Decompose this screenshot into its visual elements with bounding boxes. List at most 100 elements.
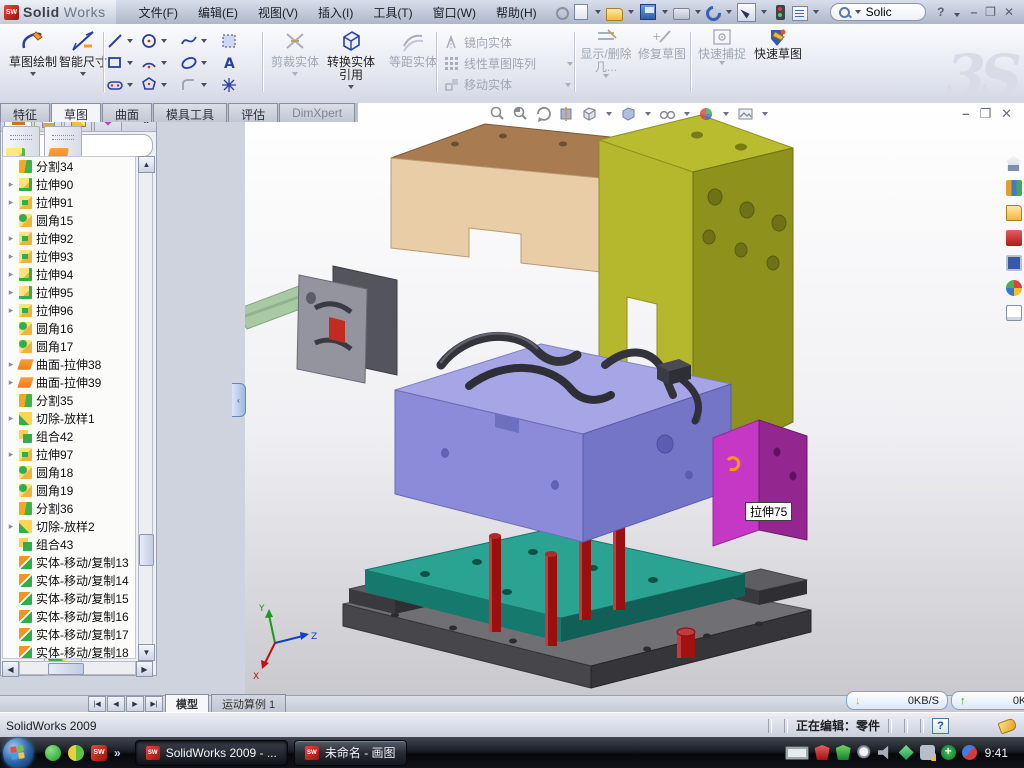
menu-item[interactable]: 插入(I) — [309, 1, 362, 24]
point-tool-icon[interactable] — [220, 76, 238, 94]
expand-arrow-icon[interactable]: ▸ — [7, 251, 15, 262]
expand-arrow-icon[interactable]: ▸ — [7, 179, 15, 190]
menu-item[interactable]: 文件(F) — [130, 1, 187, 24]
menu-item[interactable]: 帮助(H) — [487, 1, 546, 24]
rebuild-icon[interactable] — [776, 5, 785, 20]
tree-item[interactable]: ▸ 圆角18 — [3, 463, 135, 481]
prev-tab-icon[interactable]: ◀ — [107, 696, 125, 712]
task-button[interactable]: SW SolidWorks 2009 - ... — [135, 740, 288, 766]
arc-tool-icon[interactable] — [140, 54, 158, 72]
tree-item[interactable]: ▸ 拉伸91 — [3, 193, 135, 211]
appearances-scenes-icon[interactable] — [1006, 280, 1022, 296]
tray-app-icon[interactable] — [899, 745, 914, 760]
menu-item[interactable]: 窗口(W) — [424, 1, 485, 24]
expand-arrow-icon[interactable]: ▸ — [7, 449, 15, 460]
command-tab[interactable]: 模具工具 — [153, 103, 227, 122]
line-dropdown-icon[interactable] — [127, 39, 133, 43]
hscroll-thumb[interactable] — [48, 663, 84, 675]
new-document-icon[interactable] — [574, 4, 588, 20]
tree-item[interactable]: ▸ 圆角15 — [3, 211, 135, 229]
spline-tool-icon[interactable] — [180, 32, 198, 50]
print-dropdown-icon[interactable] — [695, 10, 701, 14]
selection-box-icon[interactable] — [220, 32, 238, 50]
tree-item[interactable]: ▸ 切除-放样1 — [3, 409, 135, 427]
tree-item[interactable]: ▸ 拉伸94 — [3, 265, 135, 283]
smart-dimension-dropdown-icon[interactable] — [80, 72, 86, 76]
scroll-down-icon[interactable]: ▼ — [138, 644, 155, 661]
last-tab-icon[interactable]: ▶| — [145, 696, 163, 712]
close-button[interactable]: ✕ — [1004, 5, 1014, 19]
design-library-icon[interactable] — [1006, 180, 1022, 196]
tree-item[interactable]: ▸ 实体-移动/复制17 — [3, 625, 135, 643]
polygon-dropdown-icon[interactable] — [161, 83, 167, 87]
text-tool-icon[interactable]: A — [220, 54, 238, 72]
tree-item[interactable]: ▸ 拉伸90 — [3, 175, 135, 193]
menu-item[interactable]: 视图(V) — [249, 1, 307, 24]
rapid-sketch-button[interactable]: 快速草图 — [752, 28, 804, 96]
antivirus-icon[interactable] — [815, 745, 830, 760]
ellipse-dropdown-icon[interactable] — [201, 61, 207, 65]
scroll-up-icon[interactable]: ▲ — [138, 156, 155, 173]
clock[interactable]: 9:41 — [983, 746, 1016, 760]
expand-arrow-icon[interactable]: ▸ — [7, 197, 15, 208]
tree-item[interactable]: ▸ 分割36 — [3, 499, 135, 517]
custom-properties-icon[interactable] — [1006, 305, 1022, 321]
sketch-fillet-tool-icon[interactable] — [180, 76, 198, 94]
model-tab[interactable]: 运动算例 1 — [211, 694, 286, 713]
expand-arrow-icon[interactable]: ▸ — [7, 521, 15, 532]
tree-item[interactable]: ▸ 曲面-拉伸38 — [3, 355, 135, 373]
graphics-viewport[interactable]: Y Z X – ❐ ✕ — [245, 103, 1024, 695]
open-icon[interactable] — [606, 8, 623, 21]
view-orientation-icon[interactable] — [581, 105, 598, 122]
expand-arrow-icon[interactable]: ▸ — [7, 233, 15, 244]
appearances-icon[interactable] — [698, 105, 715, 122]
view-palette-icon[interactable] — [1006, 255, 1022, 271]
line-tool-icon[interactable] — [106, 32, 124, 50]
save-dropdown-icon[interactable] — [662, 10, 668, 14]
options-dropdown-icon[interactable] — [813, 10, 819, 14]
tray-search-icon[interactable] — [857, 745, 872, 760]
display-style-icon[interactable] — [620, 105, 637, 122]
sketch-dropdown-icon[interactable] — [30, 72, 36, 76]
search-dropdown-icon[interactable] — [855, 10, 861, 14]
slot-dropdown-icon[interactable] — [127, 83, 133, 87]
convert-dropdown-icon[interactable] — [348, 85, 354, 89]
undo-dropdown-icon[interactable] — [726, 10, 732, 14]
scroll-thumb[interactable] — [139, 534, 154, 566]
start-button[interactable] — [3, 738, 33, 768]
menu-item[interactable]: 工具(T) — [364, 1, 421, 24]
apply-scene-icon[interactable] — [737, 105, 754, 122]
pin-icon[interactable] — [556, 7, 569, 20]
tree-item[interactable]: ▸ 拉伸96 — [3, 301, 135, 319]
security-shield-icon[interactable] — [836, 745, 851, 760]
open-dropdown-icon[interactable] — [628, 10, 634, 14]
file-explorer-icon[interactable] — [1006, 205, 1022, 221]
tree-item[interactable]: ▸ 分割35 — [3, 391, 135, 409]
circle-dropdown-icon[interactable] — [161, 39, 167, 43]
command-tab[interactable]: 曲面 — [102, 103, 152, 122]
polygon-tool-icon[interactable] — [140, 76, 158, 94]
status-help-icon[interactable]: ? — [932, 718, 949, 734]
print-icon[interactable] — [673, 8, 690, 20]
command-tab[interactable]: 评估 — [228, 103, 278, 122]
expand-arrow-icon[interactable]: ▸ — [7, 269, 15, 280]
update-icon[interactable] — [962, 745, 977, 760]
search-box[interactable]: Solic — [830, 3, 926, 21]
expand-arrow-icon[interactable]: ▸ — [7, 359, 15, 370]
tree-item[interactable]: ▸ 圆角19 — [3, 481, 135, 499]
tree-item[interactable]: ▸ 曲面-拉伸39 — [3, 373, 135, 391]
command-tab[interactable]: DimXpert — [279, 103, 355, 122]
volume-icon[interactable] — [878, 745, 893, 760]
expand-arrow-icon[interactable]: ▸ — [7, 305, 15, 316]
options-icon[interactable] — [792, 6, 808, 21]
quick-launch-more-icon[interactable]: » — [114, 746, 121, 760]
tree-item[interactable]: ▸ 圆角16 — [3, 319, 135, 337]
arc-dropdown-icon[interactable] — [161, 61, 167, 65]
rotate-view-icon[interactable] — [535, 105, 552, 122]
hide-show-dropdown-icon[interactable] — [684, 112, 690, 116]
scroll-right-icon[interactable]: ▶ — [136, 661, 153, 677]
tree-item[interactable]: ▸ 拉伸95 — [3, 283, 135, 301]
appearances-dropdown-icon[interactable] — [723, 112, 729, 116]
help-dropdown-icon[interactable] — [954, 13, 960, 17]
view-orientation-dropdown-icon[interactable] — [606, 112, 612, 116]
